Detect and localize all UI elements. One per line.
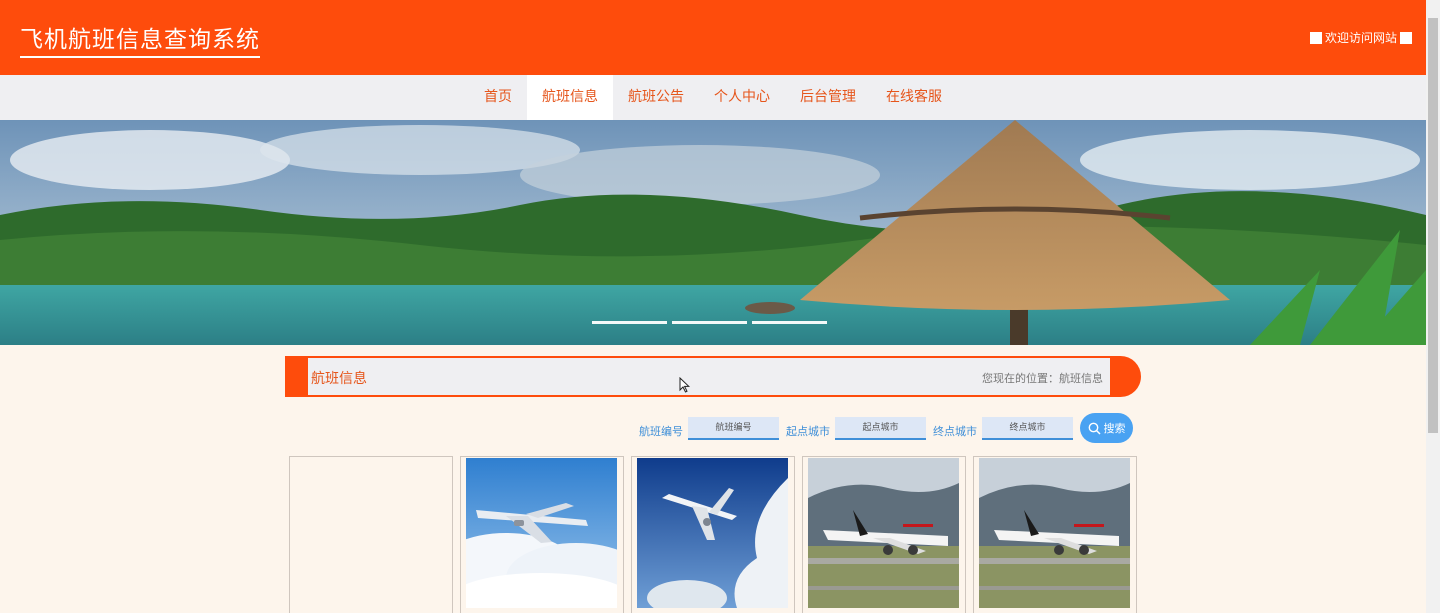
flight-card[interactable] bbox=[631, 456, 795, 613]
carousel-dot[interactable] bbox=[752, 321, 827, 324]
from-city-input[interactable] bbox=[835, 417, 926, 440]
welcome-message: 欢迎访问网站 bbox=[1309, 29, 1412, 46]
section-header: 航班信息 您现在的位置：航班信息 bbox=[285, 356, 1141, 397]
flight-card[interactable] bbox=[802, 456, 966, 613]
search-button-label: 搜索 bbox=[1103, 422, 1126, 435]
flight-card[interactable] bbox=[973, 456, 1137, 613]
mouse-cursor-icon bbox=[679, 377, 690, 393]
flight-card-image bbox=[637, 458, 788, 608]
banner-carousel[interactable] bbox=[0, 120, 1426, 345]
nav-item-flight-notice[interactable]: 航班公告 bbox=[613, 75, 699, 120]
flight-no-input[interactable] bbox=[688, 417, 779, 440]
nav-item-flight-info[interactable]: 航班信息 bbox=[527, 75, 613, 120]
nav-item-home[interactable]: 首页 bbox=[469, 75, 527, 120]
banner-image bbox=[0, 120, 1426, 345]
search-button[interactable]: 搜索 bbox=[1080, 413, 1133, 443]
nav-item-personal-center[interactable]: 个人中心 bbox=[699, 75, 785, 120]
site-title[interactable]: 飞机航班信息查询系统 bbox=[20, 20, 260, 58]
carousel-dot[interactable] bbox=[672, 321, 747, 324]
site-header: 飞机航班信息查询系统 欢迎访问网站 bbox=[0, 0, 1426, 75]
search-form: 航班编号 起点城市 终点城市 bbox=[0, 413, 1440, 443]
nav-item-admin[interactable]: 后台管理 bbox=[785, 75, 871, 120]
flight-card[interactable] bbox=[460, 456, 624, 613]
square-icon bbox=[1309, 31, 1322, 44]
nav-item-online-service[interactable]: 在线客服 bbox=[871, 75, 957, 120]
search-icon bbox=[1088, 422, 1101, 435]
square-icon bbox=[1400, 31, 1412, 44]
section-header-inner: 航班信息 您现在的位置：航班信息 bbox=[308, 358, 1110, 395]
to-city-label: 终点城市 bbox=[933, 425, 977, 438]
welcome-text: 欢迎访问网站 bbox=[1324, 31, 1397, 45]
flight-card[interactable] bbox=[289, 456, 453, 613]
section-title: 航班信息 bbox=[311, 371, 367, 387]
flight-card-image bbox=[808, 458, 959, 608]
breadcrumb: 您现在的位置：航班信息 bbox=[982, 372, 1103, 385]
carousel-dot[interactable] bbox=[592, 321, 667, 324]
flight-card-image bbox=[979, 458, 1130, 608]
to-city-input[interactable] bbox=[982, 417, 1073, 440]
from-city-label: 起点城市 bbox=[786, 425, 830, 438]
flight-no-label: 航班编号 bbox=[639, 425, 683, 438]
main-nav: 首页 航班信息 航班公告 个人中心 后台管理 在线客服 bbox=[0, 75, 1426, 120]
page-scrollbar[interactable] bbox=[1426, 0, 1440, 613]
flight-card-image bbox=[466, 458, 617, 608]
scrollbar-thumb[interactable] bbox=[1428, 18, 1438, 433]
carousel-indicators bbox=[592, 321, 827, 324]
